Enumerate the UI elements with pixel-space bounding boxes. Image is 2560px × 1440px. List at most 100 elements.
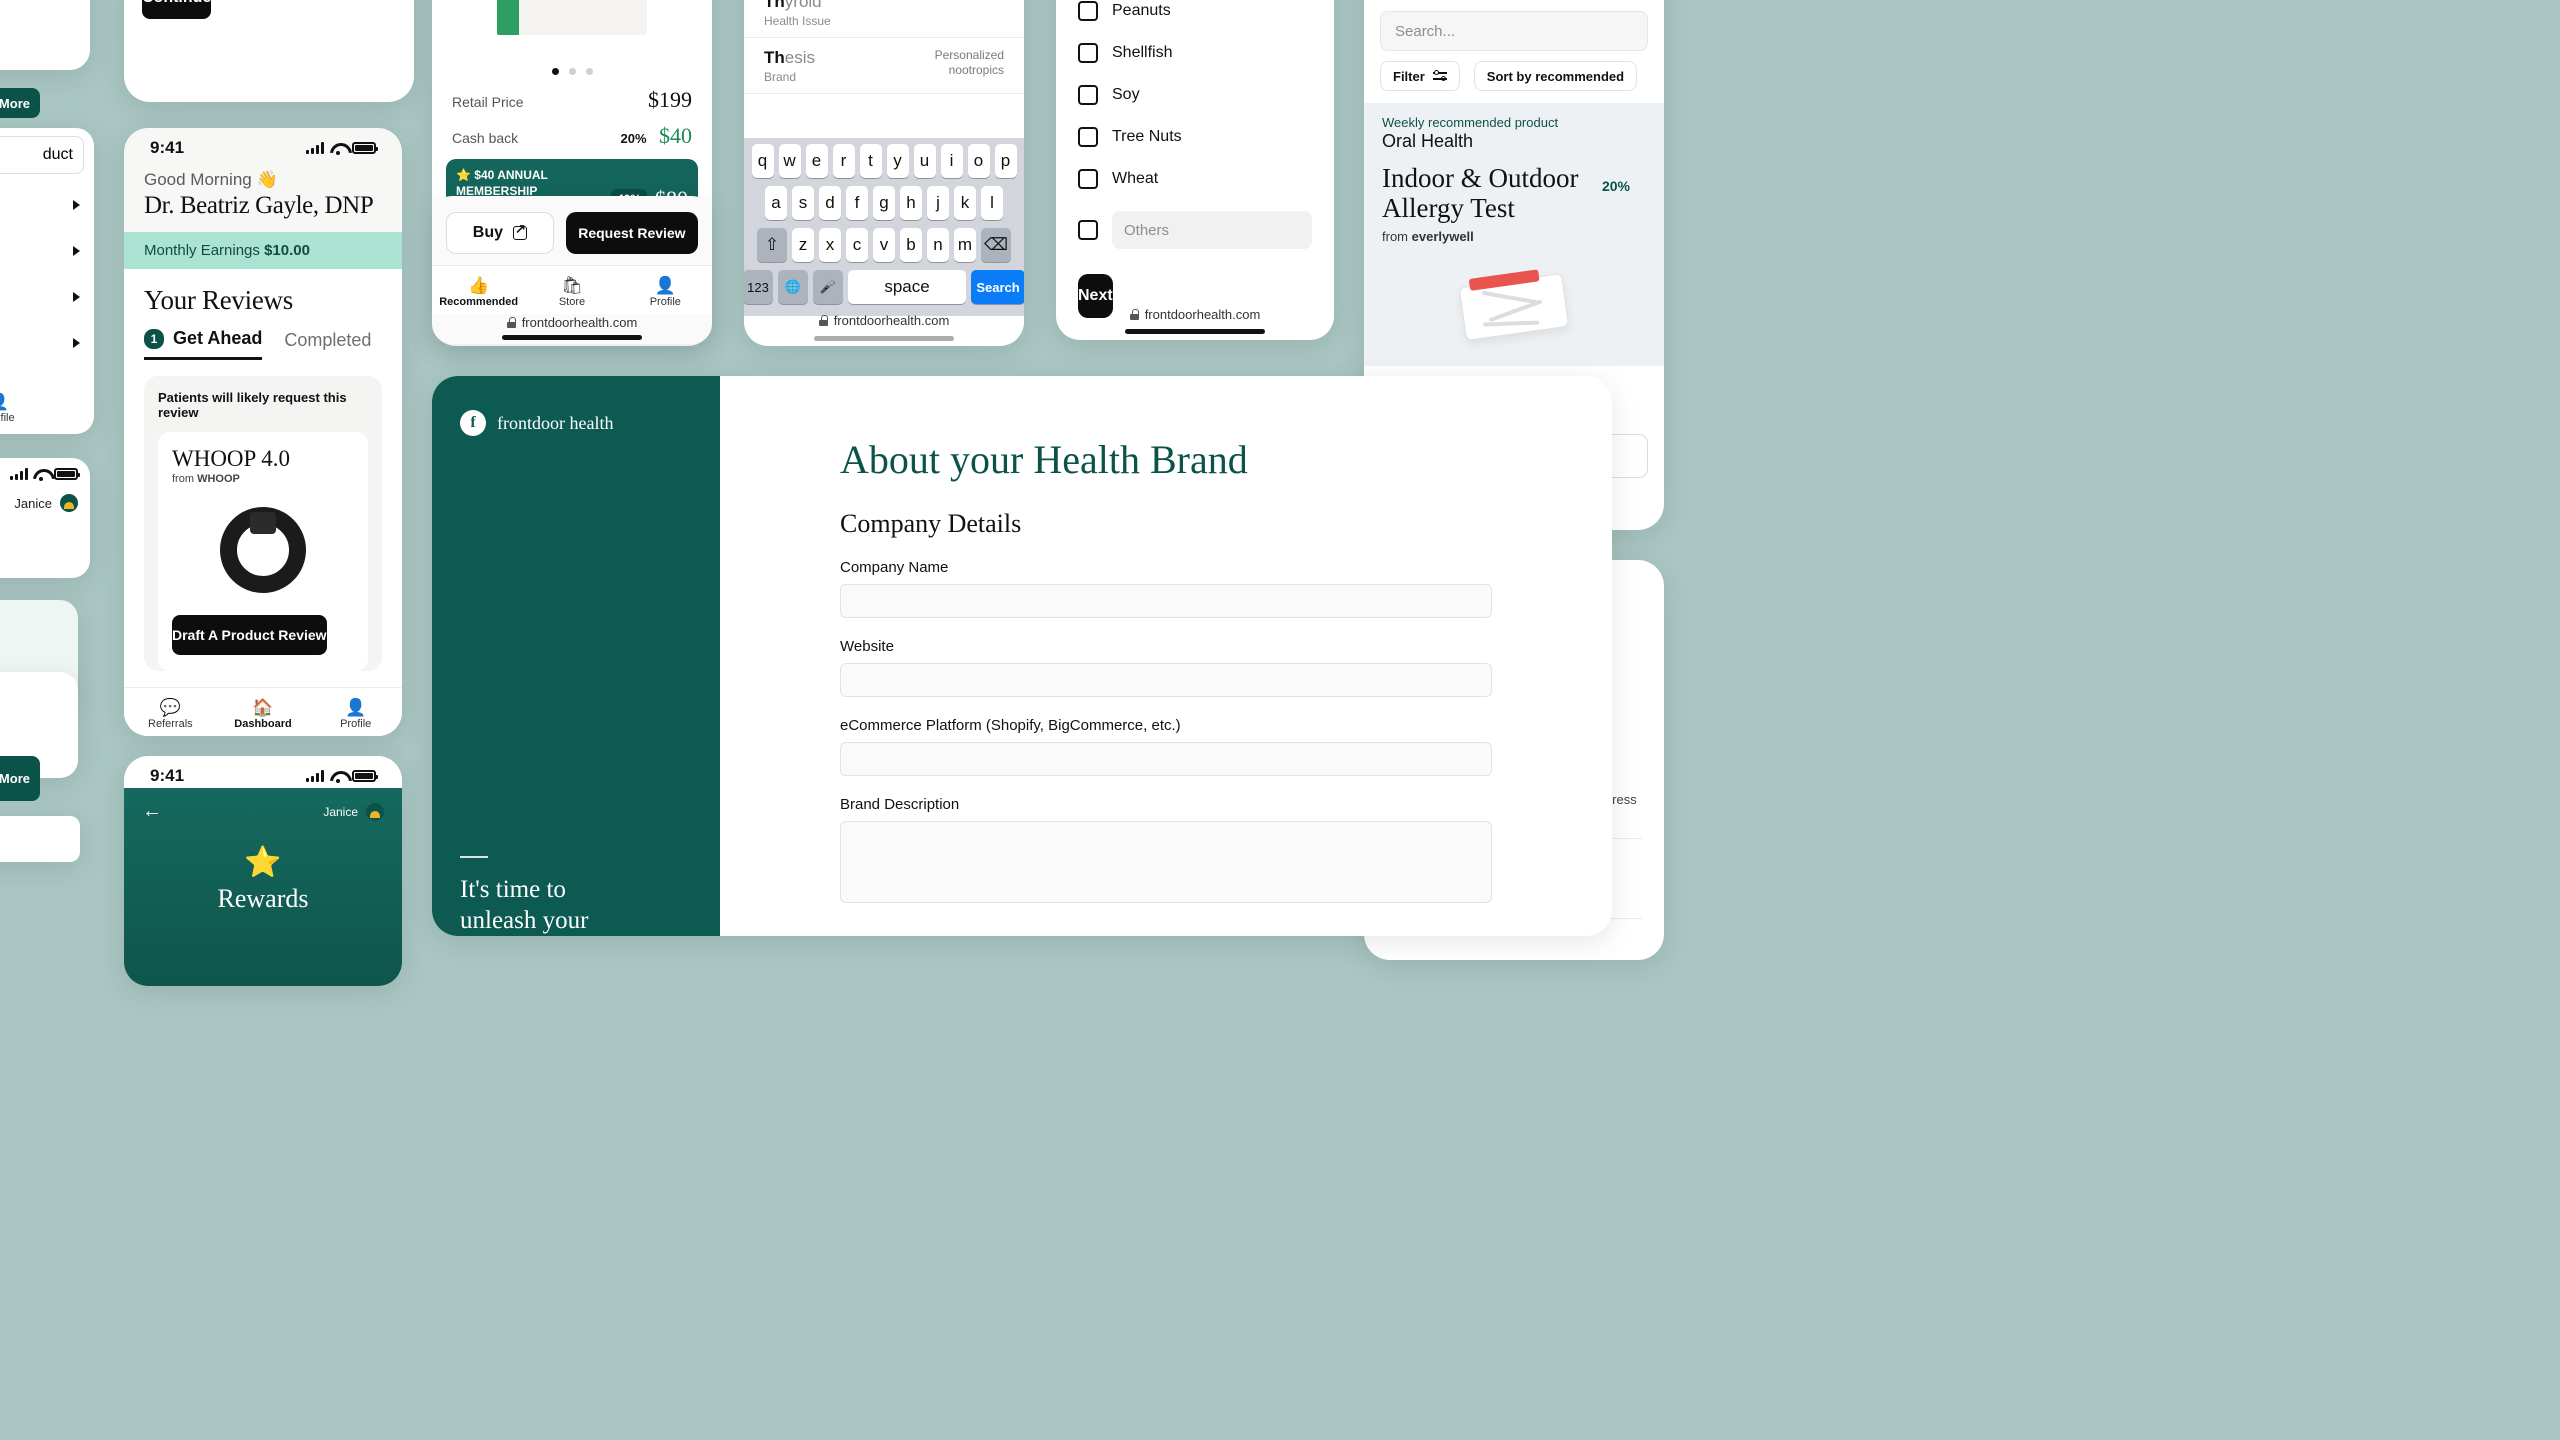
- checkbox-tree-nuts[interactable]: [1078, 127, 1098, 147]
- left-learn-more-pill-2[interactable]: Learn More: [0, 756, 40, 801]
- left-row-3[interactable]: [0, 274, 94, 320]
- key-c[interactable]: c: [846, 228, 868, 262]
- left-profile-tab[interactable]: 👤 Profile: [0, 392, 94, 424]
- allergen-row-soy[interactable]: Soy: [1056, 74, 1334, 116]
- filter-button[interactable]: Filter: [1380, 61, 1460, 91]
- tabbar-item-profile[interactable]: 👤 Profile: [619, 276, 712, 308]
- left-row-4[interactable]: [0, 320, 94, 366]
- dashboard-greeting-block: Good Morning 👋 Dr. Beatriz Gayle, DNP: [124, 160, 402, 220]
- field-website: Website: [840, 638, 1492, 697]
- key-t[interactable]: t: [859, 144, 882, 178]
- keyboard-row-4: 123 🌐 🎤 space Search: [744, 270, 1024, 304]
- carousel-dot-3[interactable]: [585, 68, 593, 75]
- key-l[interactable]: l: [981, 186, 1003, 220]
- checkbox-wheat[interactable]: [1078, 169, 1098, 189]
- whoop-band-image: [172, 491, 354, 609]
- allergen-row-shellfish[interactable]: Shellfish: [1056, 32, 1334, 74]
- space-key[interactable]: space: [848, 270, 966, 304]
- doctor-name: Dr. Beatriz Gayle, DNP: [144, 192, 374, 219]
- key-v[interactable]: v: [873, 228, 895, 262]
- allergen-row-peanuts[interactable]: Peanuts: [1056, 0, 1334, 32]
- search-key[interactable]: Search: [971, 270, 1024, 304]
- rewards-user[interactable]: Janice: [323, 802, 384, 821]
- carousel-dot-1[interactable]: [551, 68, 559, 75]
- key-r[interactable]: r: [832, 144, 855, 178]
- checkbox-shellfish[interactable]: [1078, 43, 1098, 63]
- review-product-box: WHOOP 4.0 from WHOOP Draft A Product Rev…: [158, 432, 368, 671]
- others-input[interactable]: Others: [1112, 211, 1312, 249]
- form-tagline: It's time to unleash your: [460, 875, 589, 934]
- key-o[interactable]: o: [967, 144, 990, 178]
- person-icon: 👤: [345, 698, 367, 717]
- left-learn-more-pill-1[interactable]: Learn More: [0, 88, 40, 118]
- key-n[interactable]: n: [927, 228, 949, 262]
- checkbox-others[interactable]: [1078, 220, 1098, 240]
- key-q[interactable]: q: [751, 144, 774, 178]
- key-f[interactable]: f: [846, 186, 868, 220]
- left-row-strip[interactable]: [0, 816, 80, 862]
- backspace-key[interactable]: ⌫: [981, 228, 1011, 262]
- key-g[interactable]: g: [873, 186, 895, 220]
- store-search-input[interactable]: Search...: [1380, 11, 1648, 51]
- price-rows: Retail Price $199 Cash back 20% $40: [432, 75, 712, 149]
- avatar[interactable]: [60, 494, 78, 512]
- field-ecommerce-platform: eCommerce Platform (Shopify, BigCommerce…: [840, 717, 1492, 776]
- allergen-row-others[interactable]: Others: [1056, 200, 1334, 260]
- tab-completed[interactable]: Completed: [284, 330, 371, 359]
- key-a[interactable]: a: [765, 186, 787, 220]
- key-h[interactable]: h: [900, 186, 922, 220]
- key-k[interactable]: k: [954, 186, 976, 220]
- key-e[interactable]: e: [805, 144, 828, 178]
- key-b[interactable]: b: [900, 228, 922, 262]
- input-company-name[interactable]: [840, 584, 1492, 618]
- key-p[interactable]: p: [994, 144, 1017, 178]
- textarea-brand-description[interactable]: [840, 821, 1492, 903]
- key-d[interactable]: d: [819, 186, 841, 220]
- input-website[interactable]: [840, 663, 1492, 697]
- tabbar-item-store[interactable]: 🛍 Store: [525, 276, 618, 308]
- tab-completed-label: Completed: [284, 329, 372, 350]
- cash-back-value: $40: [659, 123, 692, 148]
- buy-button[interactable]: Buy: [446, 212, 554, 254]
- key-i[interactable]: i: [940, 144, 963, 178]
- left-row-2[interactable]: [0, 228, 94, 274]
- arrow-left-icon[interactable]: ←: [142, 800, 162, 823]
- tab-get-ahead[interactable]: 1 Get Ahead: [144, 328, 263, 360]
- tabbar-item-referrals[interactable]: 💬 Referrals: [124, 698, 217, 730]
- checkbox-peanuts[interactable]: [1078, 1, 1098, 21]
- input-ecommerce-platform[interactable]: [840, 742, 1492, 776]
- microphone-icon[interactable]: 🎤: [813, 270, 843, 304]
- carousel-dots[interactable]: [432, 68, 712, 75]
- key-j[interactable]: j: [927, 186, 949, 220]
- tabbar-item-profile[interactable]: 👤 Profile: [309, 698, 402, 730]
- tabbar-item-recommended[interactable]: 👍 Recommended: [432, 276, 525, 308]
- key-z[interactable]: z: [792, 228, 814, 262]
- key-m[interactable]: m: [954, 228, 976, 262]
- left-product-select[interactable]: duct: [0, 136, 84, 174]
- onscreen-keyboard[interactable]: q w e r t y u i o p a s d f g h j k l ⇧ …: [744, 138, 1024, 316]
- request-review-button[interactable]: Request Review: [565, 212, 698, 254]
- store-brand: everlywell: [1411, 229, 1474, 245]
- key-w[interactable]: w: [778, 144, 801, 178]
- left-row-1[interactable]: [0, 182, 94, 228]
- key-x[interactable]: x: [819, 228, 841, 262]
- draft-review-button[interactable]: Draft A Product Review: [172, 615, 327, 655]
- shift-key[interactable]: ⇧: [757, 228, 787, 262]
- key-s[interactable]: s: [792, 186, 814, 220]
- allergen-row-tree-nuts[interactable]: Tree Nuts: [1056, 116, 1334, 158]
- battery-icon: [54, 468, 80, 480]
- allergen-row-wheat[interactable]: Wheat: [1056, 158, 1334, 200]
- tabbar-item-dashboard[interactable]: 🏠 Dashboard: [217, 698, 310, 730]
- signal-icon: [306, 142, 324, 154]
- globe-icon[interactable]: 🌐: [778, 270, 808, 304]
- attr-health-value: Thyroid: [764, 0, 1004, 12]
- continue-button[interactable]: Continue: [142, 0, 212, 19]
- checkbox-soy[interactable]: [1078, 85, 1098, 105]
- carousel-dot-2[interactable]: [568, 68, 576, 75]
- numbers-key[interactable]: 123: [744, 270, 773, 304]
- key-u[interactable]: u: [913, 144, 936, 178]
- label-company-name: Company Name: [840, 559, 949, 576]
- avatar[interactable]: [366, 802, 384, 821]
- sort-button[interactable]: Sort by recommended: [1473, 61, 1638, 91]
- key-y[interactable]: y: [886, 144, 909, 178]
